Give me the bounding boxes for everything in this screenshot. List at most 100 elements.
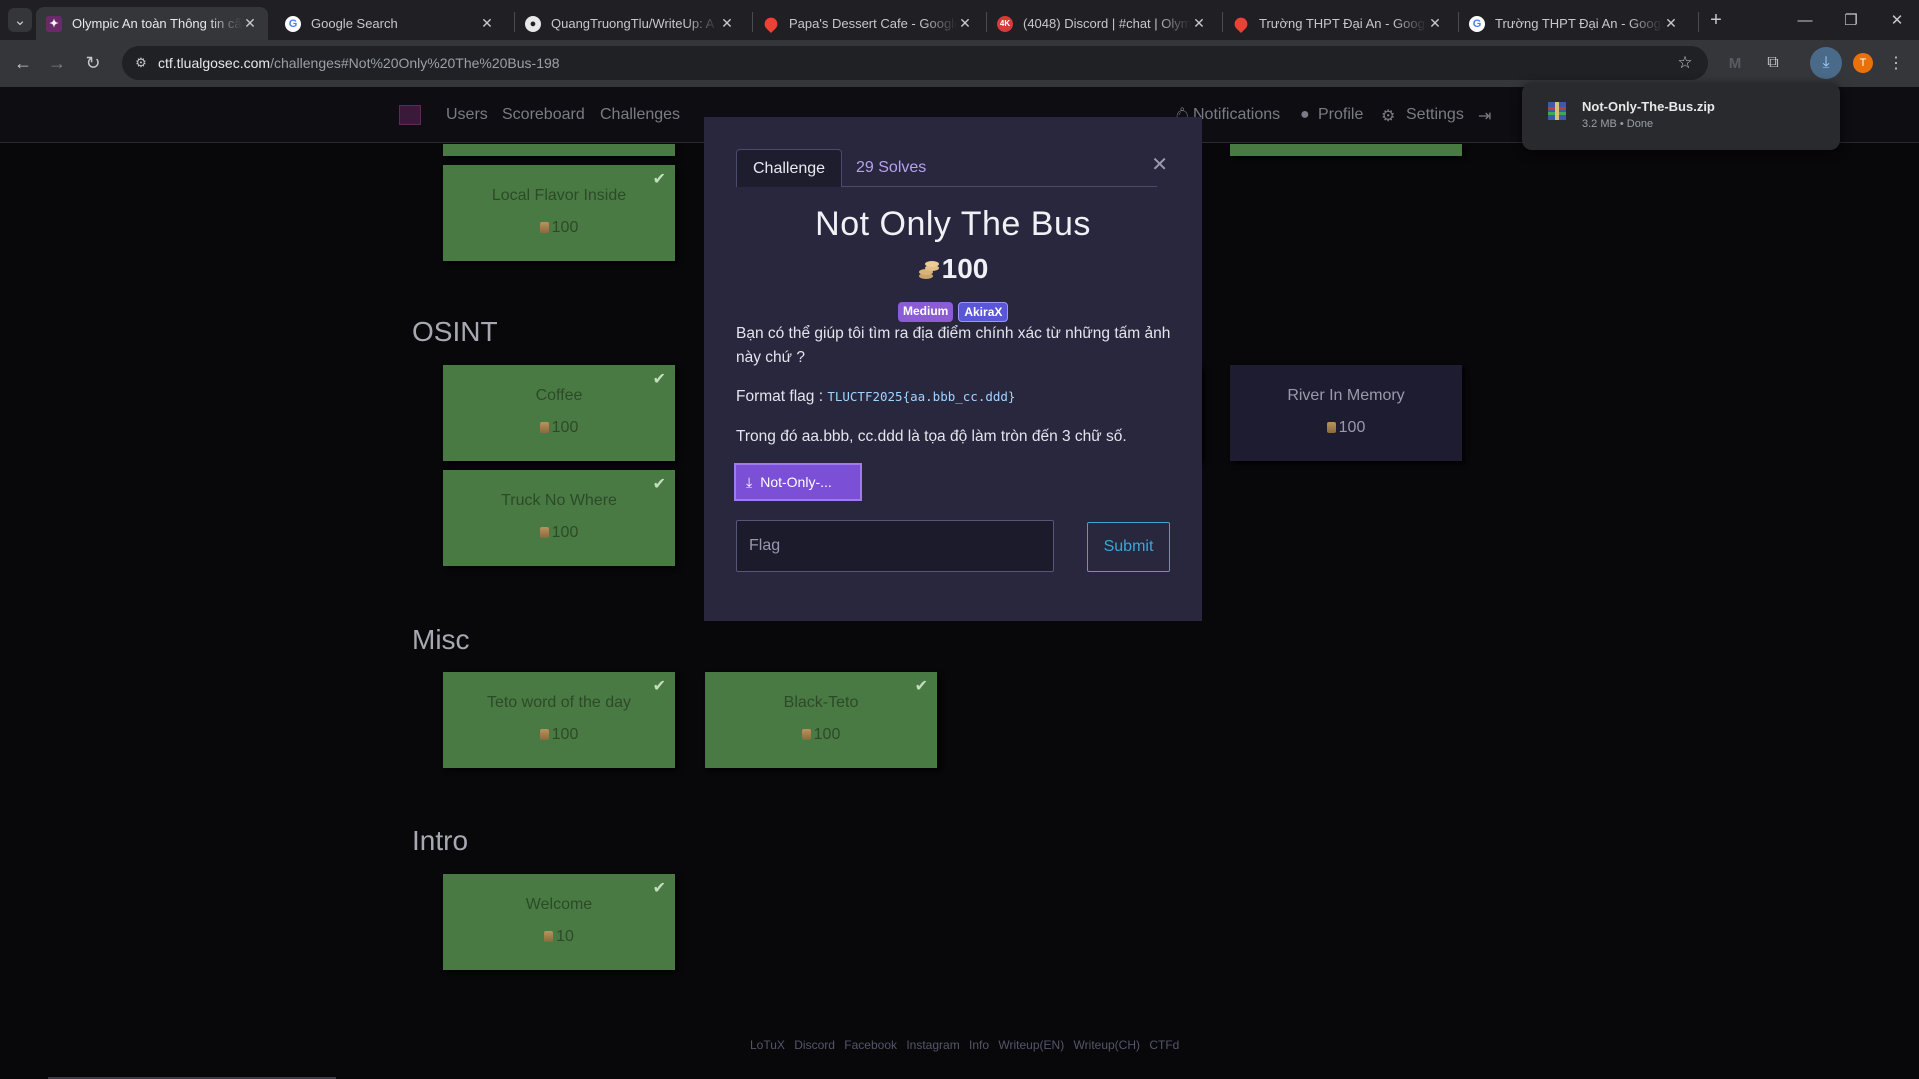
tab-discord[interactable]: 4K (4048) Discord | #chat | Olympi ✕ xyxy=(987,7,1217,40)
url-host: ctf.tlualgosec.com xyxy=(158,55,271,71)
tab-google-maps-dessert[interactable]: Papa's Dessert Cafe - Google M ✕ xyxy=(753,7,983,40)
close-icon[interactable]: ✕ xyxy=(1151,152,1168,177)
close-tab-icon[interactable]: ✕ xyxy=(957,15,973,32)
footer-link[interactable]: CTFd xyxy=(1149,1038,1179,1052)
footer-link[interactable]: LoTuX xyxy=(750,1038,785,1052)
url-text: ctf.tlualgosec.com/challenges#Not%20Only… xyxy=(158,55,560,71)
challenge-card-partial[interactable] xyxy=(443,144,675,156)
challenge-card-teto-word-of-the-day[interactable]: ✔ Teto word of the day 100 xyxy=(443,672,675,768)
site-footer: LoTuX Discord Facebook Instagram Info Wr… xyxy=(750,1038,1185,1052)
nav-scoreboard[interactable]: Scoreboard xyxy=(502,106,585,124)
browser-tab-strip: ⌄ ✦ Olympic An toàn Thông tin cấp ✕ G Go… xyxy=(0,0,1919,40)
tab-label: Olympic An toàn Thông tin cấp xyxy=(72,16,242,31)
challenge-card-welcome[interactable]: ✔ Welcome 10 xyxy=(443,874,675,970)
new-tab-button[interactable]: + xyxy=(1702,8,1730,32)
nav-challenges[interactable]: Challenges xyxy=(600,106,680,124)
flag-input[interactable] xyxy=(736,520,1054,572)
submit-button[interactable]: Submit xyxy=(1087,522,1170,572)
challenge-card-black-teto[interactable]: ✔ Black-Teto 100 xyxy=(705,672,937,768)
check-icon: ✔ xyxy=(652,476,666,493)
check-icon: ✔ xyxy=(914,678,928,695)
download-file-button[interactable]: ⤓ Not-Only-... xyxy=(734,463,862,501)
profile-avatar[interactable]: T xyxy=(1853,53,1873,73)
tab-olympic[interactable]: ✦ Olympic An toàn Thông tin cấp ✕ xyxy=(36,7,268,40)
challenge-card-river-in-memory[interactable]: River In Memory 100 xyxy=(1230,365,1462,461)
nav-settings[interactable]: Settings xyxy=(1406,106,1464,124)
challenge-name: Coffee xyxy=(535,387,583,404)
check-icon: ✔ xyxy=(652,678,666,695)
challenge-tags: Medium AkiraX xyxy=(898,302,1009,322)
challenge-name: River In Memory xyxy=(1287,387,1405,404)
address-bar[interactable]: ⚙ ctf.tlualgosec.com/challenges#Not%20On… xyxy=(122,46,1708,80)
nav-profile[interactable]: Profile xyxy=(1318,106,1363,124)
nav-notifications[interactable]: Notifications xyxy=(1193,106,1280,124)
download-bubble: Not-Only-The-Bus.zip 3.2 MB • Done xyxy=(1522,83,1840,150)
footer-link[interactable]: Writeup(CH) xyxy=(1074,1038,1140,1052)
footer-link[interactable]: Facebook xyxy=(844,1038,897,1052)
extension-m-icon[interactable]: M xyxy=(1724,52,1746,74)
section-title-intro: Intro xyxy=(412,825,469,856)
challenge-name: Black-Teto xyxy=(783,694,859,711)
challenge-points: 100 xyxy=(704,253,1202,285)
close-tab-icon[interactable]: ✕ xyxy=(719,15,735,32)
download-meta: 3.2 MB • Done xyxy=(1582,118,1654,130)
tab-challenge[interactable]: Challenge xyxy=(736,149,843,187)
forward-arrow-icon[interactable]: → xyxy=(44,50,70,76)
google-favicon-icon: G xyxy=(1469,15,1485,32)
tab-solves[interactable]: 29 Solves xyxy=(840,149,942,187)
section-title-misc: Misc xyxy=(412,624,470,655)
maps-pin-icon xyxy=(1231,14,1251,33)
restore-window-button[interactable]: ❐ xyxy=(1836,8,1866,32)
challenge-description: Bạn có thể giúp tôi tìm ra địa điểm chín… xyxy=(736,325,1171,366)
file-button-label: Not-Only-... xyxy=(760,474,832,490)
footer-link[interactable]: Info xyxy=(969,1038,989,1052)
challenge-name: Welcome xyxy=(525,896,593,913)
back-arrow-icon[interactable]: ← xyxy=(10,50,36,76)
download-filename[interactable]: Not-Only-The-Bus.zip xyxy=(1582,99,1715,114)
minimize-window-button[interactable]: — xyxy=(1790,8,1820,32)
site-info-icon[interactable]: ⚙ xyxy=(132,54,150,72)
tab-label: QuangTruongTlu/WriteUp: A pl xyxy=(551,16,719,31)
close-tab-icon[interactable]: ✕ xyxy=(242,15,258,32)
maps-pin-icon xyxy=(761,14,781,33)
challenge-card-partial[interactable] xyxy=(1230,144,1462,156)
url-path: /challenges#Not%20Only%20The%20Bus-198 xyxy=(270,55,560,71)
tab-label: Papa's Dessert Cafe - Google M xyxy=(789,16,957,31)
tab-google-search[interactable]: G Google Search ✕ xyxy=(275,7,505,40)
tab-google-maps-school[interactable]: Trường THPT Đại An - Google M ✕ xyxy=(1223,7,1453,40)
challenge-card-local-flavor-inside[interactable]: ✔ Local Flavor Inside 100 xyxy=(443,165,675,261)
site-logo[interactable] xyxy=(399,105,421,125)
flag-format-line: Format flag : TLUCTF2025{aa.bbb_cc.ddd} xyxy=(736,385,1176,409)
close-tab-icon[interactable]: ✕ xyxy=(1191,15,1207,32)
footer-link[interactable]: Writeup(EN) xyxy=(998,1038,1064,1052)
coordinate-hint: Trong đó aa.bbb, cc.ddd là tọa độ làm tr… xyxy=(736,428,1127,445)
discord-favicon-icon: 4K xyxy=(997,15,1013,32)
author-badge: AkiraX xyxy=(958,302,1009,322)
extensions-puzzle-icon[interactable]: ⧉ xyxy=(1762,52,1784,74)
close-tab-icon[interactable]: ✕ xyxy=(1663,15,1679,32)
close-window-button[interactable]: ✕ xyxy=(1882,8,1912,32)
tab-google-search-school[interactable]: G Trường THPT Đại An - Google S ✕ xyxy=(1459,7,1689,40)
footer-link[interactable]: Discord xyxy=(794,1038,835,1052)
tab-label: Google Search xyxy=(311,16,398,31)
section-title-osint: OSINT xyxy=(412,316,498,347)
logout-icon[interactable]: ⇥ xyxy=(1478,106,1491,126)
nav-users[interactable]: Users xyxy=(446,106,488,124)
challenge-card-coffee[interactable]: ✔ Coffee 100 xyxy=(443,365,675,461)
downloads-icon[interactable]: ⤓ xyxy=(1810,47,1842,79)
tab-label: (4048) Discord | #chat | Olympi xyxy=(1023,16,1191,31)
close-tab-icon[interactable]: ✕ xyxy=(1427,15,1443,32)
close-tab-icon[interactable]: ✕ xyxy=(479,15,495,32)
check-icon: ✔ xyxy=(652,371,666,388)
check-icon: ✔ xyxy=(652,171,666,188)
reload-icon[interactable]: ↻ xyxy=(80,50,106,76)
tab-github[interactable]: ● QuangTruongTlu/WriteUp: A pl ✕ xyxy=(515,7,745,40)
bookmark-star-icon[interactable]: ☆ xyxy=(1674,52,1696,74)
github-favicon-icon: ● xyxy=(525,15,541,32)
challenge-card-truck-no-where[interactable]: ✔ Truck No Where 100 xyxy=(443,470,675,566)
chrome-menu-icon[interactable]: ⋮ xyxy=(1886,52,1906,74)
olympic-favicon-icon: ✦ xyxy=(46,15,62,32)
coins-icon xyxy=(539,527,549,538)
footer-link[interactable]: Instagram xyxy=(906,1038,959,1052)
tab-search-button[interactable]: ⌄ xyxy=(8,8,32,32)
